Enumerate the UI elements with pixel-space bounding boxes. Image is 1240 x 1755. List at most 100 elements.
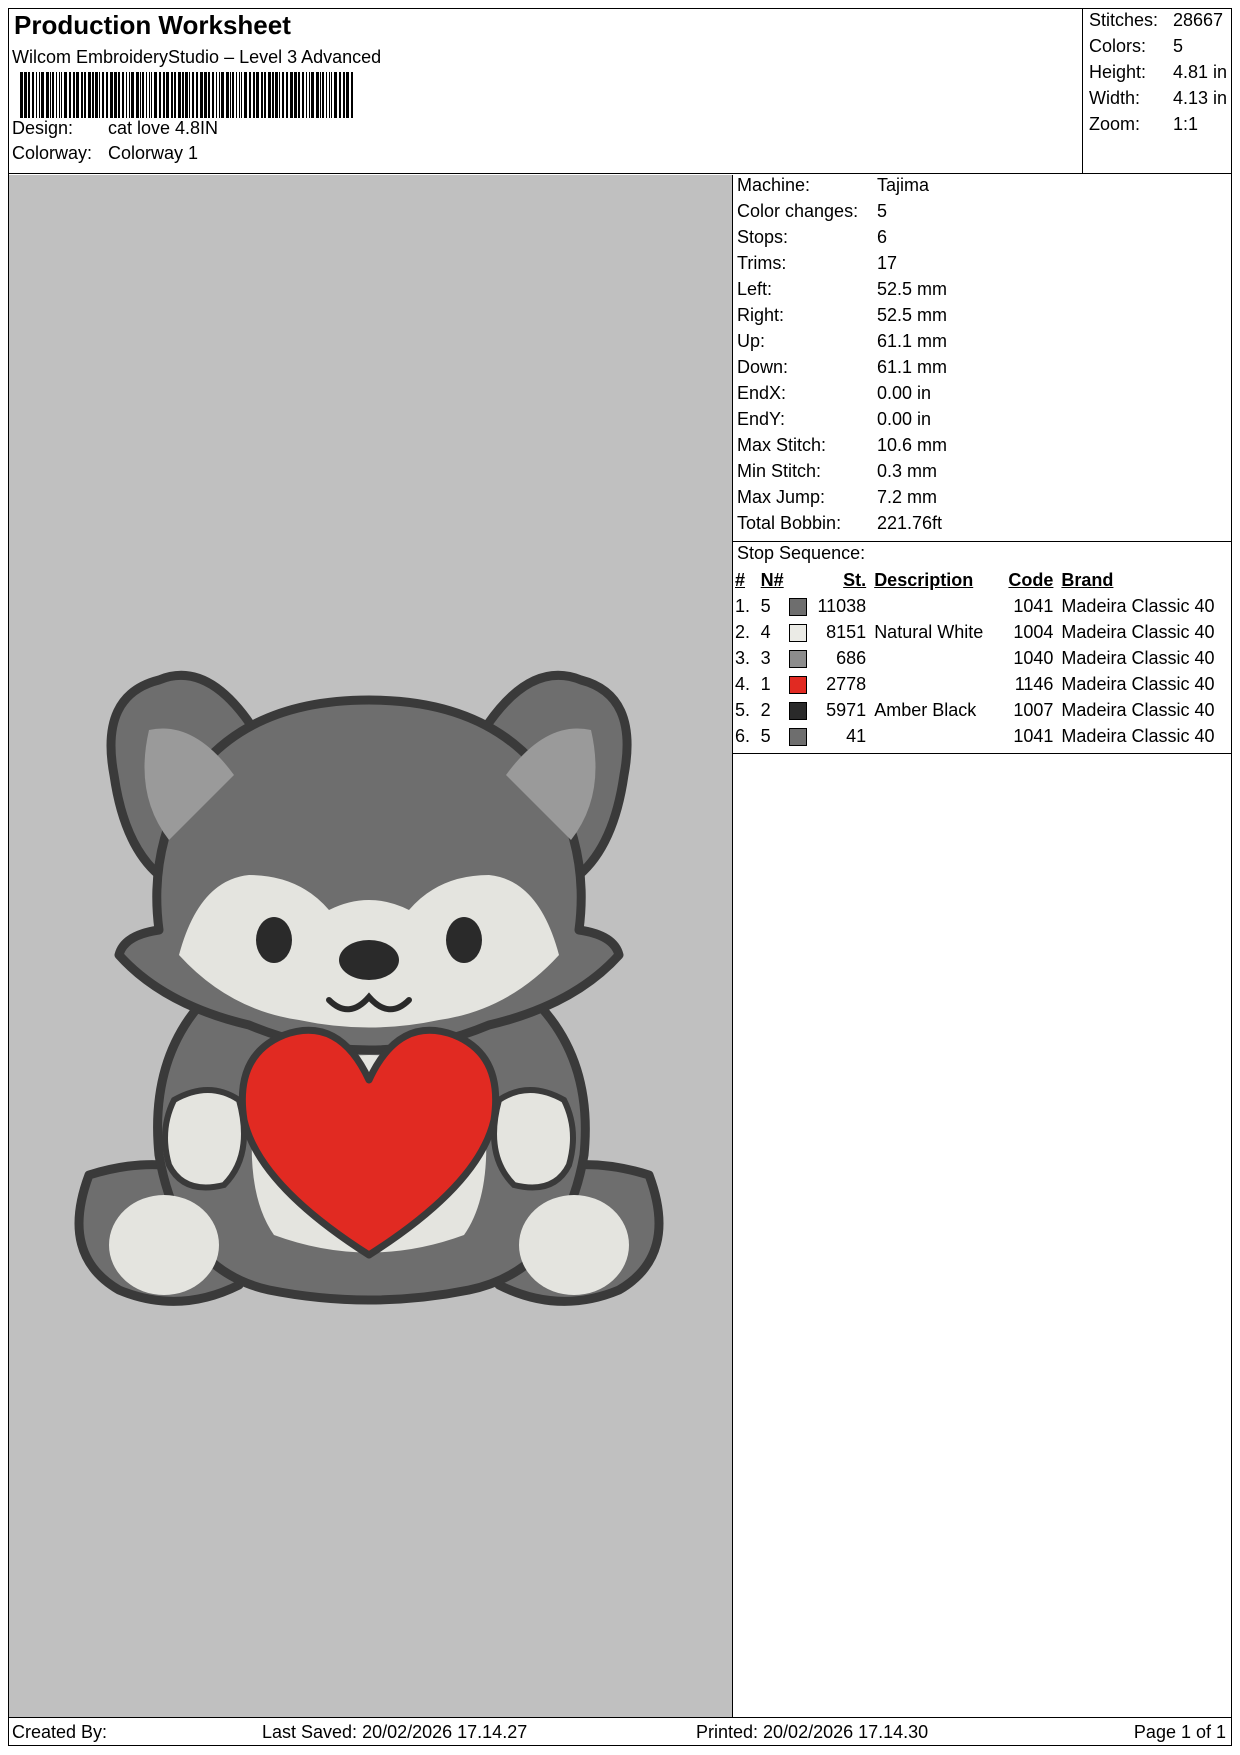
info-label: EndY: [737,409,786,429]
summary-height: Height: 4.81 in [1089,62,1227,83]
col-header-brand: Brand [1061,569,1114,590]
software-name: Wilcom EmbroideryStudio – Level 3 Advanc… [12,47,382,67]
colorway-value: Colorway 1 [108,143,199,163]
divider [733,753,1231,754]
barcode-bar [84,72,86,118]
barcode-bar [309,72,310,118]
col-header-code: Code [1008,569,1054,590]
barcode-bar [126,72,127,118]
summary-value: 4.81 in [1173,62,1228,82]
info-value: 5 [877,201,888,221]
cell-needle: 1 [760,673,771,694]
info-value: 0.00 in [877,409,932,429]
barcode-bar [244,72,247,118]
barcode-bar [154,72,157,118]
barcode-bar [306,72,307,118]
barcode-bar [142,72,144,118]
barcode-bar [178,72,181,118]
barcode-bar [298,72,300,118]
last-saved: Last Saved: 20/02/2026 17.14.27 [262,1722,528,1742]
info-trims: Trims: 17 [737,253,897,274]
info-endx: EndX: 0.00 in [737,383,931,404]
cell-needle: 2 [760,699,771,720]
barcode-bar [69,72,71,118]
barcode-bar [131,72,134,118]
col-header-swatch [789,567,813,593]
table-row: 5. 2 5971 Amber Black 1007 Madeira Class… [735,697,1231,723]
color-swatch [788,701,807,720]
barcode-bar [129,72,130,118]
barcode-bar [343,72,345,118]
cell-stitches: 2778 [826,673,867,694]
barcode-bar [46,72,49,118]
info-value: 61.1 mm [877,357,948,377]
color-swatch [788,597,807,616]
cell-brand: Madeira Classic 40 [1061,673,1215,694]
barcode-bar [272,72,274,118]
info-value: 52.5 mm [877,279,948,299]
info-up: Up: 61.1 mm [737,331,947,352]
barcode-bar [264,72,266,118]
barcode-bar [204,72,207,118]
barcode-bar [50,72,51,118]
barcode-bar [36,72,37,118]
cell-brand: Madeira Classic 40 [1061,647,1215,668]
table-row: 1. 5 11038 1041 Madeira Classic 40 [735,593,1231,619]
barcode-bar [122,72,124,118]
right-eye [446,917,482,963]
cell-stitches: 8151 [826,621,867,642]
info-min-stitch: Min Stitch: 0.3 mm [737,461,937,482]
printed-date: Printed: 20/02/2026 17.14.30 [696,1722,929,1742]
barcode-bar [95,72,98,118]
cell-needle: 3 [760,647,771,668]
info-label: Total Bobbin: [737,513,842,533]
colorway-label: Colorway: [12,143,93,163]
barcode-bar [140,72,141,118]
cell-brand: Madeira Classic 40 [1061,621,1215,642]
page-number: Page 1 of 1 [1133,1722,1226,1742]
barcode-bar [81,72,83,118]
barcode-bar [182,72,184,118]
col-header-stitches: St. [843,569,867,590]
col-header-needle: N# [760,569,784,590]
barcode-bar [249,72,251,118]
barcode-bar [241,72,242,118]
cell-swatch [788,671,813,697]
cell-num: 4. [735,673,751,694]
barcode-bar [171,72,173,118]
info-label: Color changes: [737,201,859,221]
barcode-bar [174,72,176,118]
barcode-bar [221,72,224,118]
barcode-bar [189,72,190,118]
summary-label: Height: [1089,62,1147,82]
barcode-bar [232,72,234,118]
info-label: Stops: [737,227,789,247]
info-total-bobbin: Total Bobbin: 221.76ft [737,513,942,534]
barcode-bar [39,72,40,118]
barcode-bar [185,72,188,118]
barcode-bar [166,72,169,118]
barcode-bar [114,72,117,118]
barcode-bar [351,72,353,118]
barcode-bar [92,72,94,118]
cell-code: 1041 [1013,725,1054,746]
info-label: Machine: [737,175,811,195]
color-swatch [788,623,807,642]
cell-brand: Madeira Classic 40 [1061,725,1215,746]
barcode-bar [41,72,44,118]
barcode-bar [146,72,147,118]
barcode-bar [329,72,330,118]
barcode-bar [256,72,259,118]
info-value: Tajima [877,175,930,195]
summary-zoom: Zoom: 1:1 [1089,114,1198,135]
cell-code: 1040 [1013,647,1054,668]
barcode-bar [302,72,304,118]
barcode-bar [331,72,332,118]
summary-value: 28667 [1173,10,1224,30]
right-paw [491,1087,576,1191]
divider [733,541,1231,542]
barcode-bar [200,72,203,118]
barcode [20,72,353,118]
cell-description: Amber Black [874,699,977,720]
info-left: Left: 52.5 mm [737,279,947,300]
